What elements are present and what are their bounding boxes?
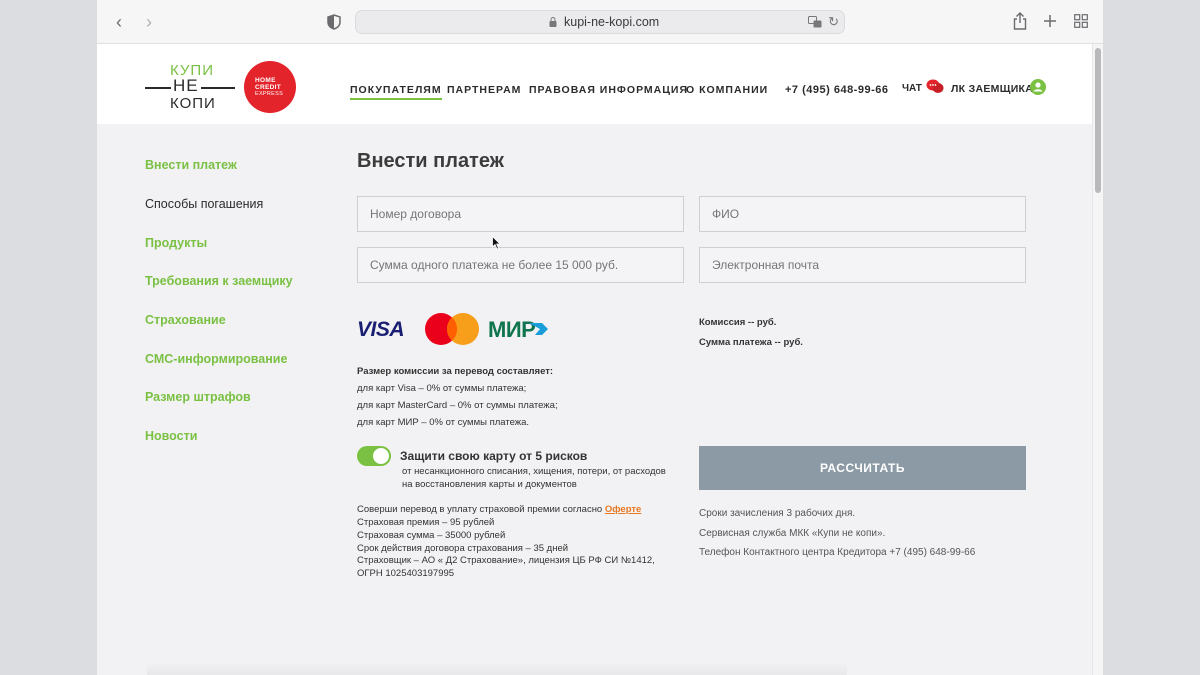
payment-amount-input[interactable] bbox=[357, 247, 684, 283]
borrower-account-link[interactable]: ЛК ЗАЕМЩИКА bbox=[951, 83, 1033, 95]
back-icon[interactable]: ‹ bbox=[109, 12, 129, 32]
contract-number-input[interactable] bbox=[357, 196, 684, 232]
reload-icon[interactable]: ↻ bbox=[828, 14, 839, 30]
card-protection-toggle[interactable] bbox=[357, 446, 391, 466]
insurance-term: Срок действия договора страхования – 35 … bbox=[357, 543, 569, 554]
insurance-premium: Страховая премия – 95 рублей bbox=[357, 517, 495, 528]
commission-line-visa: для карт Visa – 0% от суммы платежа; bbox=[357, 383, 527, 394]
header-phone[interactable]: +7 (495) 648-99-66 bbox=[785, 84, 888, 96]
calculate-button[interactable]: РАССЧИТАТЬ bbox=[699, 446, 1026, 490]
insurance-sum: Страховая сумма – 35000 рублей bbox=[357, 530, 506, 541]
home-credit-logo[interactable]: HOME CREDIT EXPRESS bbox=[244, 61, 296, 113]
email-input[interactable] bbox=[699, 247, 1026, 283]
browser-toolbar: ‹ › kupi-ne-kopi.com ↻ bbox=[97, 0, 1103, 44]
chat-icon[interactable] bbox=[926, 79, 944, 95]
insurance-intro: Соверши перевод в уплату страховой преми… bbox=[357, 504, 642, 515]
translate-icon[interactable] bbox=[808, 16, 822, 28]
address-bar[interactable]: kupi-ne-kopi.com ↻ bbox=[355, 10, 845, 34]
mir-logo-arrow bbox=[529, 323, 548, 335]
user-icon[interactable] bbox=[1030, 79, 1046, 95]
commission-line-mir: для карт МИР – 0% от суммы платежа. bbox=[357, 417, 530, 428]
total-summary: Сумма платежа -- руб. bbox=[699, 337, 803, 348]
shield-icon[interactable] bbox=[327, 14, 341, 30]
kupi-ne-kopi-logo[interactable]: КУПИ НЕ КОПИ bbox=[145, 62, 237, 112]
insurer-license: Страховщик – АО « Д2 Страхование», лицен… bbox=[357, 555, 655, 566]
payment-systems-logos: VISA МИР bbox=[357, 312, 552, 346]
commission-title: Размер комиссии за перевод составляет: bbox=[357, 366, 554, 377]
nav-about[interactable]: О КОМПАНИИ bbox=[686, 84, 768, 96]
scrollbar-thumb[interactable] bbox=[1095, 48, 1101, 193]
sidebar-item-make-payment[interactable]: Внести платеж bbox=[145, 158, 237, 172]
tabs-overview-icon[interactable] bbox=[1074, 14, 1088, 28]
offer-link[interactable]: Оферте bbox=[605, 504, 641, 515]
commission-line-mastercard: для карт MasterCard – 0% от суммы платеж… bbox=[357, 400, 558, 411]
lock-icon bbox=[549, 17, 557, 27]
toggle-knob bbox=[373, 448, 389, 464]
card-protection-desc-2: на восстановления карты и документов bbox=[402, 479, 577, 490]
chat-link[interactable]: ЧАТ bbox=[902, 83, 922, 94]
url-text: kupi-ne-kopi.com bbox=[564, 15, 660, 29]
full-name-input[interactable] bbox=[699, 196, 1026, 232]
nav-buyers[interactable]: ПОКУПАТЕЛЯМ bbox=[350, 84, 442, 100]
insurer-ogrn: ОГРН 1025403197995 bbox=[357, 568, 455, 579]
card-protection-title: Защити свою карту от 5 рисков bbox=[400, 449, 588, 463]
nav-legal[interactable]: ПРАВОВАЯ ИНФОРМАЦИЯ bbox=[529, 84, 688, 96]
info-crediting-time: Сроки зачисления 3 рабочих дня. bbox=[699, 508, 856, 519]
mouse-cursor-icon bbox=[492, 236, 501, 250]
sidebar-item-insurance[interactable]: Страхование bbox=[145, 313, 226, 327]
forward-icon[interactable]: › bbox=[139, 12, 159, 32]
nav-partners[interactable]: ПАРТНЕРАМ bbox=[447, 84, 521, 96]
site-header: КУПИ НЕ КОПИ HOME CREDIT EXPRESS ПОКУПАТ… bbox=[97, 44, 1092, 124]
sidebar-item-requirements[interactable]: Требования к заемщику bbox=[145, 274, 293, 288]
commission-summary: Комиссия -- руб. bbox=[699, 317, 777, 328]
sidebar-item-fines[interactable]: Размер штрафов bbox=[145, 390, 251, 404]
share-icon[interactable] bbox=[1013, 12, 1027, 30]
sidebar-item-products[interactable]: Продукты bbox=[145, 236, 207, 250]
page-title: Внести платеж bbox=[357, 150, 504, 172]
new-tab-icon[interactable] bbox=[1043, 14, 1057, 28]
page-bottom-fade bbox=[147, 662, 847, 675]
sidebar-item-news[interactable]: Новости bbox=[145, 429, 197, 443]
card-protection-desc-1: от несанкционного списания, хищения, пот… bbox=[402, 466, 666, 477]
sidebar-item-sms[interactable]: СМС-информирование bbox=[145, 352, 287, 366]
visa-logo: VISA bbox=[357, 318, 405, 341]
sidebar-item-repayment-methods[interactable]: Способы погашения bbox=[145, 197, 263, 211]
mastercard-logo bbox=[425, 313, 479, 345]
browser-window: ‹ › kupi-ne-kopi.com ↻ КУПИ НЕ КОПИ HOME… bbox=[97, 0, 1103, 675]
info-service: Сервисная служба МКК «Купи не копи». bbox=[699, 528, 886, 539]
info-contact-phone: Телефон Контактного центра Кредитора +7 … bbox=[699, 547, 976, 558]
